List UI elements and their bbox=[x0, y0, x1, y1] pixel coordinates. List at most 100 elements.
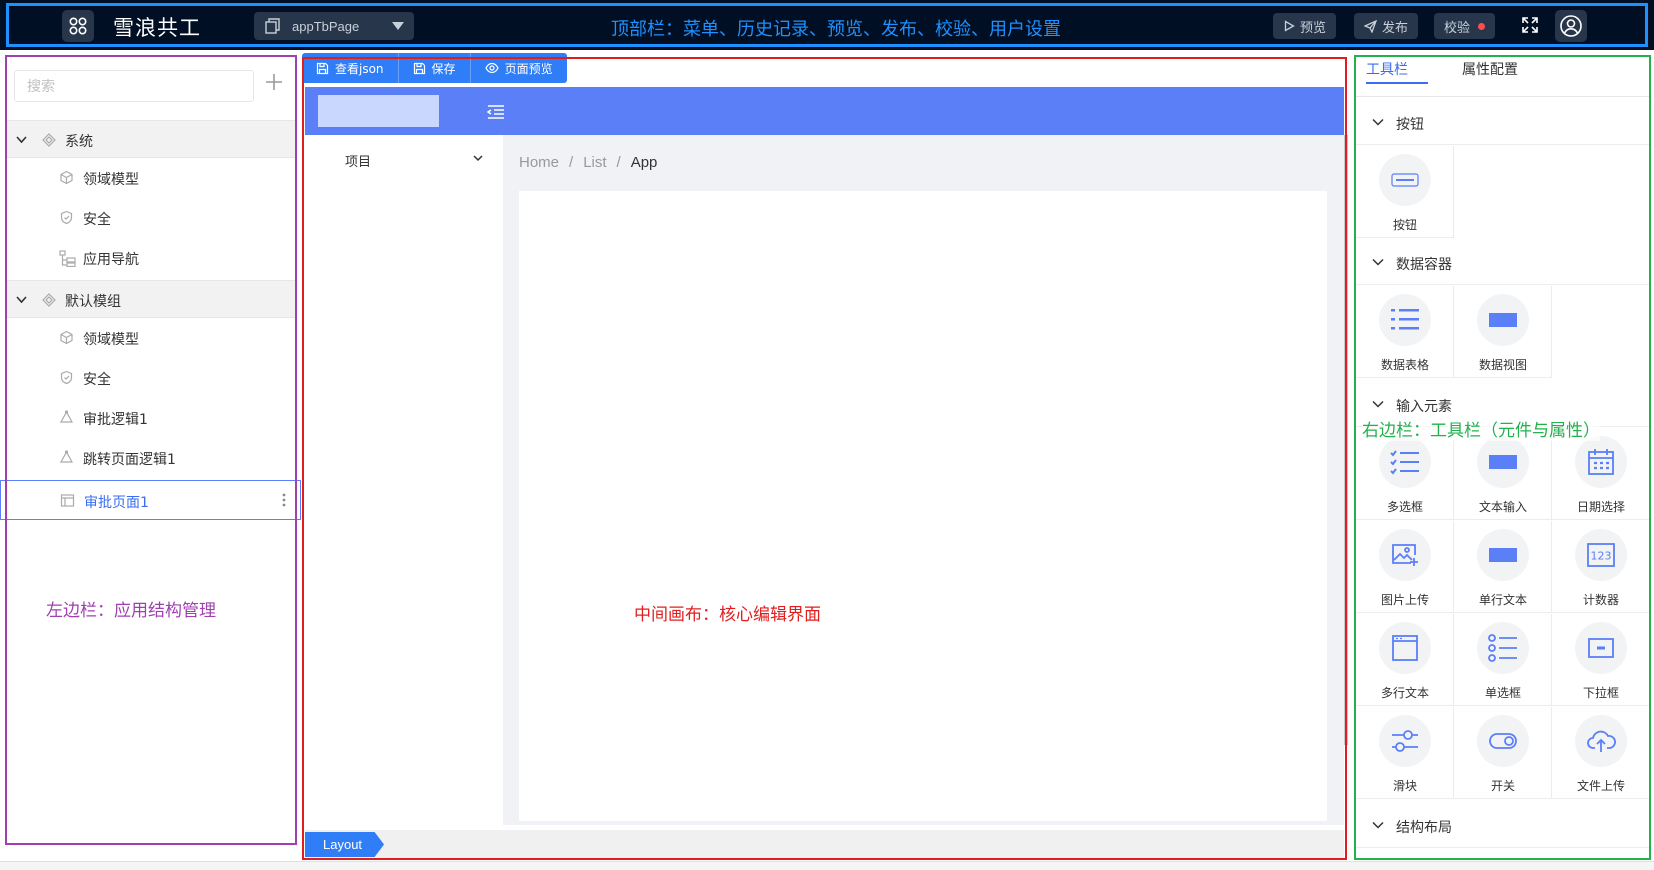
chevron-down-icon[interactable] bbox=[1372, 399, 1384, 409]
chevron-down-icon[interactable] bbox=[1372, 820, 1384, 830]
more-vertical-icon[interactable] bbox=[282, 492, 286, 508]
search-placeholder: 搜索 bbox=[27, 79, 55, 95]
user-settings-button[interactable] bbox=[1555, 10, 1587, 42]
menu-collapse-icon[interactable] bbox=[487, 104, 505, 120]
module-diamond-icon bbox=[42, 133, 56, 147]
layout-tag[interactable]: Layout bbox=[305, 832, 385, 857]
svg-text:123: 123 bbox=[1591, 550, 1612, 563]
tree-item-label: 应用导航 bbox=[83, 252, 139, 268]
content-card[interactable] bbox=[519, 191, 1327, 821]
component-radio[interactable]: 单选框 bbox=[1454, 614, 1552, 706]
page-select-value: appTbPage bbox=[292, 18, 360, 34]
navigation-tree-icon bbox=[59, 250, 76, 267]
logic-flow-icon bbox=[59, 410, 74, 423]
app-title: 雪浪共工 bbox=[113, 16, 201, 40]
component-icon-wrap bbox=[1477, 436, 1529, 488]
chevron-down-icon[interactable] bbox=[15, 293, 28, 306]
tree-item-security[interactable]: 安全 bbox=[5, 358, 297, 398]
page-preview-label: 页面预览 bbox=[504, 61, 553, 76]
component-data-table[interactable]: 数据表格 bbox=[1356, 286, 1454, 378]
search-input[interactable]: 搜索 bbox=[14, 70, 254, 102]
page-select[interactable]: appTbPage bbox=[254, 12, 414, 40]
publish-label: 发布 bbox=[1382, 20, 1409, 36]
section-data-container[interactable]: 数据容器 bbox=[1356, 241, 1649, 285]
tree-item-domain-model[interactable]: 领域模型 bbox=[5, 158, 297, 198]
component-switch[interactable]: 开关 bbox=[1454, 707, 1552, 799]
component-date-picker[interactable]: 日期选择 bbox=[1552, 428, 1650, 520]
component-icon-wrap bbox=[1477, 294, 1529, 346]
tree-item-security[interactable]: 安全 bbox=[5, 198, 297, 238]
right-panel-tabs: 工具栏 属性配置 bbox=[1356, 57, 1649, 97]
component-button[interactable]: 按钮 bbox=[1356, 146, 1454, 238]
view-json-button[interactable]: 查看json bbox=[302, 53, 399, 83]
text-input-icon bbox=[1489, 455, 1517, 469]
breadcrumb: Home / List / App bbox=[519, 154, 657, 171]
component-counter[interactable]: 123 计数器 bbox=[1552, 521, 1650, 613]
tab-toolbar[interactable]: 工具栏 bbox=[1366, 57, 1428, 84]
module-diamond-icon bbox=[42, 293, 56, 307]
component-dropdown[interactable]: 下拉框 bbox=[1552, 614, 1650, 706]
preview-button[interactable]: 预览 bbox=[1273, 13, 1337, 39]
publish-button[interactable]: 发布 bbox=[1354, 13, 1419, 39]
component-checkbox[interactable]: 多选框 bbox=[1356, 428, 1454, 520]
chevron-down-icon[interactable] bbox=[15, 133, 28, 146]
section-button[interactable]: 按钮 bbox=[1356, 101, 1649, 145]
breadcrumb-list[interactable]: List bbox=[583, 154, 606, 171]
save-icon bbox=[413, 62, 425, 74]
tree-group-default-module[interactable]: 默认模组 bbox=[5, 280, 297, 318]
annotation-canvas: 中间画布：核心编辑界面 bbox=[634, 605, 821, 625]
canvas-footer bbox=[305, 830, 1344, 858]
component-icon-wrap bbox=[1477, 622, 1529, 674]
eye-icon bbox=[484, 62, 499, 74]
tab-properties[interactable]: 属性配置 bbox=[1462, 57, 1518, 84]
component-icon-wrap bbox=[1379, 529, 1431, 581]
verify-button[interactable]: 校验 bbox=[1434, 13, 1496, 39]
slider-icon bbox=[1392, 730, 1418, 752]
page-preview-button[interactable]: 页面预览 bbox=[470, 53, 567, 83]
component-label: 数据视图 bbox=[1478, 358, 1527, 372]
tree-item-redirect-logic[interactable]: 跳转页面逻辑1 bbox=[5, 438, 297, 478]
component-text-input[interactable]: 文本输入 bbox=[1454, 428, 1552, 520]
component-image-upload[interactable]: 图片上传 bbox=[1356, 521, 1454, 613]
app-menu-button[interactable] bbox=[62, 10, 94, 42]
chevron-down-icon[interactable] bbox=[1372, 257, 1384, 267]
tree-item-app-navigation[interactable]: 应用导航 bbox=[5, 238, 297, 278]
save-label: 保存 bbox=[431, 61, 456, 76]
component-file-upload[interactable]: 文件上传 bbox=[1552, 707, 1650, 799]
canvas-toolbar: 查看json 保存 页面预览 bbox=[302, 53, 567, 83]
annotation-right-panel: 右边栏：工具栏（元件与属性） bbox=[1362, 416, 1600, 441]
plus-icon[interactable] bbox=[264, 72, 284, 92]
chevron-down-icon[interactable] bbox=[473, 154, 483, 162]
component-multi-line-text[interactable]: 多行文本 bbox=[1356, 614, 1454, 706]
section-label: 结构布局 bbox=[1396, 820, 1452, 836]
breadcrumb-current: App bbox=[630, 154, 658, 171]
tree-item-approval-page[interactable]: 审批页面1 bbox=[0, 480, 301, 520]
preview-label: 预览 bbox=[1300, 20, 1327, 36]
tree-item-label: 安全 bbox=[83, 372, 111, 388]
send-icon bbox=[1364, 19, 1377, 33]
save-button[interactable]: 保存 bbox=[398, 53, 471, 83]
canvas-scrollbar[interactable] bbox=[1344, 135, 1348, 745]
user-avatar-icon bbox=[1560, 15, 1582, 37]
section-layout[interactable]: 结构布局 bbox=[1356, 804, 1649, 848]
component-slider[interactable]: 滑块 bbox=[1356, 707, 1454, 799]
logic-flow-icon bbox=[59, 450, 74, 463]
tree-group-system[interactable]: 系统 bbox=[5, 120, 297, 158]
cube-icon bbox=[60, 330, 73, 345]
preview-side-menu bbox=[305, 135, 503, 825]
tree-item-approval-logic[interactable]: 审批逻辑1 bbox=[5, 398, 297, 438]
component-data-view[interactable]: 数据视图 bbox=[1454, 286, 1552, 378]
side-menu-item-project[interactable]: 项目 bbox=[345, 151, 371, 170]
section-label: 输入元素 bbox=[1396, 399, 1452, 415]
chevron-down-icon[interactable] bbox=[1372, 117, 1384, 127]
tree-item-label: 跳转页面逻辑1 bbox=[83, 452, 176, 468]
fullscreen-icon[interactable] bbox=[1521, 16, 1539, 34]
list-table-icon bbox=[1391, 309, 1419, 330]
breadcrumb-home[interactable]: Home bbox=[519, 154, 559, 171]
grid-menu-icon bbox=[69, 17, 87, 35]
tree-item-domain-model[interactable]: 领域模型 bbox=[5, 318, 297, 358]
component-single-line-text[interactable]: 单行文本 bbox=[1454, 521, 1552, 613]
logo-placeholder bbox=[318, 95, 439, 127]
breadcrumb-separator: / bbox=[569, 154, 574, 171]
section-label: 数据容器 bbox=[1396, 257, 1452, 273]
